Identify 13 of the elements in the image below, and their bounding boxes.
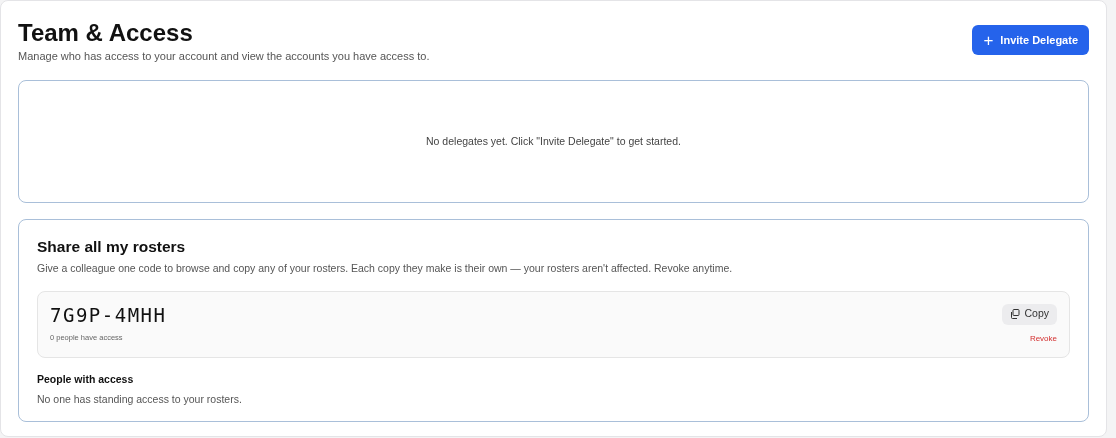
empty-message: No delegates yet. Click "Invite Delegate" to get started. — [426, 133, 681, 149]
copy-button[interactable]: Copy — [1002, 303, 1057, 325]
people-heading: People with access — [37, 371, 135, 387]
page-subtitle: Manage who has access to your account and view the accounts you have access to. — [18, 48, 430, 64]
invite-delegate-button[interactable]: + Invite Delegate — [972, 25, 1089, 55]
page-title: Team & Access — [18, 19, 194, 48]
plus-icon: + — [983, 31, 994, 49]
revoke-link[interactable]: Revoke — [1029, 332, 1057, 345]
section-description: Give a colleague one code to browse and copy any of your rosters. Each copy they make is their own — your rosters aren't affected. Revoke anytime. — [37, 260, 734, 276]
people-empty-message: No one has standing access to your rosters. — [37, 392, 243, 408]
copy-icon — [1010, 309, 1021, 320]
section-title: Share all my rosters — [37, 238, 187, 257]
share-code: 7G9P-4MHH — [50, 303, 167, 327]
